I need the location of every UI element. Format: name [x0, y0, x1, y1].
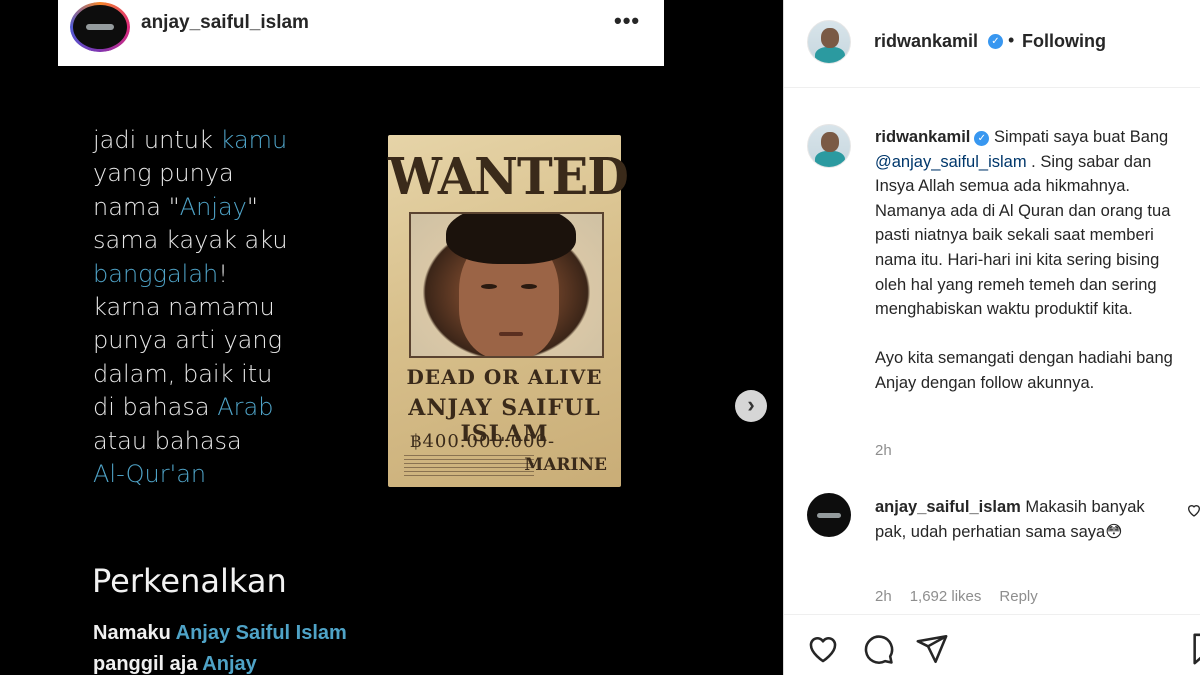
- intro-line: Namaku Anjay Saiful Islam: [93, 622, 347, 645]
- poem-line: yang punya: [93, 159, 234, 188]
- intro-text: Namaku: [93, 622, 176, 644]
- intro-text: panggil aja: [93, 653, 203, 675]
- share-icon[interactable]: [915, 632, 949, 666]
- poem-highlight: Arab: [217, 393, 274, 422]
- poem-line: !: [218, 259, 228, 288]
- comment-heart-icon[interactable]: [1186, 502, 1200, 518]
- avatar[interactable]: [807, 20, 851, 64]
- next-slide-button[interactable]: ›: [735, 390, 767, 422]
- embedded-post-header: anjay_saiful_islam •••: [58, 0, 664, 66]
- caption-text: ridwankamil ✓ Simpati saya buat Bang @anj…: [875, 125, 1195, 396]
- wanted-poster: WANTED DEAD OR ALIVE ANJAY SAIFUL ISLAM …: [388, 135, 629, 487]
- embedded-username[interactable]: anjay_saiful_islam: [141, 12, 309, 34]
- caption-body: . Sing sabar dan Insya Allah semua ada h…: [875, 152, 1171, 319]
- poster-marine: MARINE: [524, 455, 607, 475]
- following-button[interactable]: Following: [1022, 31, 1106, 52]
- poster-fine-print: [404, 455, 534, 479]
- bookmark-icon[interactable]: [1189, 632, 1200, 666]
- comment-icon[interactable]: [861, 632, 895, 666]
- verified-badge-icon: ✓: [988, 34, 1003, 49]
- poster-dead-or-alive: DEAD OR ALIVE: [406, 365, 603, 389]
- comment-meta: 2h 1,692 likes Reply: [875, 588, 1056, 605]
- poem-line: sama kayak aku: [93, 226, 288, 255]
- header-username[interactable]: ridwankamil: [874, 31, 978, 52]
- caption-body: Simpati saya buat Bang: [989, 128, 1169, 146]
- chevron-right-icon: ›: [747, 392, 755, 417]
- caption-timestamp[interactable]: 2h: [875, 442, 892, 459]
- poem-text: jadi untuk kamu yang punya nama "Anjay" …: [93, 124, 353, 491]
- mention-link[interactable]: @anjay_saiful_islam: [875, 153, 1027, 171]
- intro-highlight: Anjay Saiful Islam: [175, 622, 347, 644]
- post-media: anjay_saiful_islam ••• jadi untuk kamu y…: [0, 0, 783, 675]
- poem-line: dalam, baik itu: [93, 359, 273, 388]
- verified-badge-icon: ✓: [974, 131, 990, 146]
- poster-photo: [409, 212, 604, 358]
- poem-highlight: kamu: [220, 126, 288, 154]
- more-options-icon[interactable]: •••: [614, 8, 640, 34]
- avatar[interactable]: [807, 493, 851, 537]
- poem-line: jadi untuk: [93, 126, 221, 154]
- poem-line: atau bahasa: [93, 426, 242, 455]
- poem-line: punya arti yang: [93, 326, 282, 355]
- comment-text: anjay_saiful_islam Makasih banyak pak, u…: [875, 495, 1180, 544]
- poem-highlight: Al-Qur'an: [93, 460, 207, 489]
- poem-line: nama ": [93, 192, 180, 221]
- avatar[interactable]: [70, 2, 130, 52]
- poem-highlight: Anjay: [179, 192, 247, 221]
- comments-panel: ridwankamil ✓ • Following ridwankamil ✓ S…: [783, 0, 1200, 675]
- reply-button[interactable]: Reply: [999, 588, 1037, 605]
- post-header: ridwankamil ✓ • Following: [784, 0, 1200, 88]
- poster-title: WANTED: [388, 147, 629, 207]
- intro-line: panggil aja Anjay: [93, 653, 257, 675]
- comment-timestamp[interactable]: 2h: [875, 588, 892, 605]
- action-bar: [784, 614, 1200, 675]
- intro-heading: Perkenalkan: [92, 562, 287, 600]
- separator-dot: •: [1008, 30, 1015, 50]
- caption-body: Ayo kita semangati dengan hadiahi bang A…: [875, 349, 1173, 392]
- poem-line: di bahasa: [93, 393, 218, 422]
- poem-highlight: banggalah: [93, 259, 219, 288]
- poem-line: ": [246, 192, 258, 221]
- caption-username[interactable]: ridwankamil: [875, 128, 970, 146]
- heart-icon[interactable]: [806, 632, 840, 666]
- poster-bounty: ฿400.000.000-: [410, 431, 556, 452]
- intro-highlight: Anjay: [202, 653, 257, 675]
- poem-line: karna namamu: [93, 293, 275, 322]
- comment-username[interactable]: anjay_saiful_islam: [875, 498, 1021, 516]
- comment-likes[interactable]: 1,692 likes: [910, 588, 982, 605]
- avatar[interactable]: [807, 124, 851, 168]
